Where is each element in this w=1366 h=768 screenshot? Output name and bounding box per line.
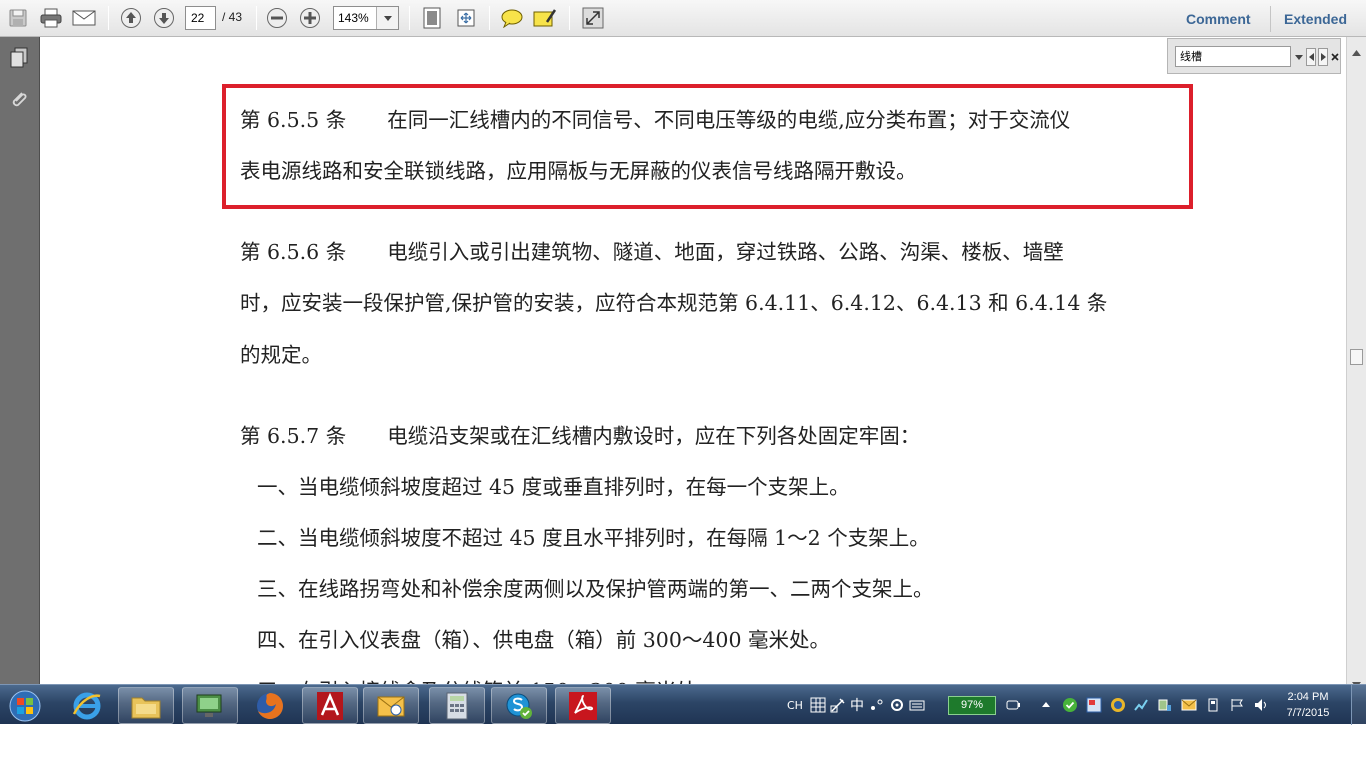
main-toolbar: 22 / 43 143% Comment Extended xyxy=(0,0,1366,37)
find-options-chevron-icon[interactable] xyxy=(1294,48,1304,66)
scroll-up-icon[interactable] xyxy=(1352,41,1361,60)
zoom-in-icon[interactable] xyxy=(297,5,323,31)
doc-line: 第 6.5.5 条 在同一汇线槽内的不同信号、不同电压等级的电缆,应分类布置；对… xyxy=(240,108,1071,132)
doc-line: 一、当电缆倾斜坡度超过 45 度或垂直排列时，在每一个支架上。 xyxy=(257,475,850,499)
next-page-icon[interactable] xyxy=(151,5,177,31)
language-indicator[interactable]: CH xyxy=(787,685,803,725)
save-icon[interactable] xyxy=(5,5,31,31)
find-previous-icon[interactable] xyxy=(1306,48,1316,66)
find-next-icon[interactable] xyxy=(1318,48,1328,66)
vertical-scrollbar[interactable] xyxy=(1346,37,1366,688)
autocad-icon[interactable] xyxy=(302,687,358,724)
pages-icon[interactable] xyxy=(7,45,31,71)
volume-icon[interactable] xyxy=(1253,697,1269,713)
email-icon[interactable] xyxy=(71,5,97,31)
firefox-icon[interactable] xyxy=(242,687,298,724)
doc-line: 三、在线路拐弯处和补偿余度两侧以及保护管两端的第一、二两个支架上。 xyxy=(257,577,934,601)
adobe-reader-icon[interactable] xyxy=(555,687,611,724)
outlook-icon[interactable] xyxy=(363,687,419,724)
clock-time: 2:04 PM xyxy=(1287,691,1329,703)
doc-line: 的规定。 xyxy=(240,343,322,367)
system-clock[interactable]: 2:04 PM 7/7/2015 xyxy=(1283,689,1333,721)
fit-page-icon[interactable] xyxy=(419,5,445,31)
tray-info-icon[interactable] xyxy=(1110,697,1126,713)
ime-mode-label: 中 xyxy=(850,698,864,714)
scrollbar-thumb[interactable] xyxy=(1350,349,1363,365)
doc-line: 表电源线路和安全联锁线路，应用隔板与无屏蔽的仪表信号线路隔开敷设。 xyxy=(240,159,917,183)
page-total-label: / 43 xyxy=(222,10,243,24)
remote-desktop-icon[interactable] xyxy=(182,687,238,724)
doc-line: 时，应安装一段保护管,保护管的安装，应符合本规范第 6.4.11、6.4.12、… xyxy=(240,291,1108,315)
fit-width-icon[interactable] xyxy=(453,5,479,31)
battery-meter[interactable]: 97% xyxy=(948,696,996,715)
network-icon[interactable] xyxy=(1133,697,1149,713)
attachments-icon[interactable] xyxy=(7,87,31,113)
safely-remove-icon[interactable] xyxy=(1205,697,1221,713)
zoom-value: 143% xyxy=(338,11,369,25)
find-toolbar: 线槽 xyxy=(1167,38,1341,74)
ime-grid-icon[interactable] xyxy=(810,697,826,713)
chevron-down-icon[interactable] xyxy=(376,7,398,29)
show-desktop-button[interactable] xyxy=(1351,685,1366,725)
ime-settings-icon[interactable] xyxy=(889,697,905,713)
outlook-tray-icon[interactable] xyxy=(1181,697,1197,713)
start-button[interactable] xyxy=(0,687,50,724)
page-number-input[interactable]: 22 xyxy=(185,6,216,30)
ime-punctuation-icon[interactable] xyxy=(869,697,885,713)
navigation-panel xyxy=(0,37,40,684)
extended-tab[interactable]: Extended xyxy=(1284,11,1347,27)
skype-icon[interactable] xyxy=(491,687,547,724)
highlight-text-icon[interactable] xyxy=(532,5,558,31)
document-page: 第 6.5.5 条 在同一汇线槽内的不同信号、不同电压等级的电缆,应分类布置；对… xyxy=(41,37,1346,684)
clock-date: 7/7/2015 xyxy=(1286,707,1330,719)
calculator-icon[interactable] xyxy=(429,687,485,724)
previous-page-icon[interactable] xyxy=(118,5,144,31)
device-icon[interactable] xyxy=(1157,697,1173,713)
windows-taskbar: CH 中 97% 2:04 PM 7/7/2015 xyxy=(0,684,1366,725)
file-explorer-icon[interactable] xyxy=(118,687,174,724)
tray-app-icon[interactable] xyxy=(1086,697,1102,713)
zoom-select[interactable]: 143% xyxy=(333,6,399,30)
internet-explorer-icon[interactable] xyxy=(59,687,115,724)
sticky-note-icon[interactable] xyxy=(499,5,525,31)
ime-mode-indicator[interactable]: 中 xyxy=(850,685,864,725)
doc-line: 第 6.5.7 条 电缆沿支架或在汇线槽内敷设时，应在下列各处固定牢固： xyxy=(240,424,921,448)
comment-tab[interactable]: Comment xyxy=(1186,11,1251,27)
doc-line: 二、当电缆倾斜坡度不超过 45 度且水平排列时，在每隔 1～2 个支架上。 xyxy=(257,526,930,550)
power-plug-icon[interactable] xyxy=(1005,697,1021,713)
show-hidden-icons-icon[interactable] xyxy=(1038,697,1054,713)
security-check-icon[interactable] xyxy=(1062,697,1078,713)
close-icon[interactable] xyxy=(1330,48,1340,66)
find-input[interactable]: 线槽 xyxy=(1175,46,1291,67)
doc-line: 第 6.5.6 条 电缆引入或引出建筑物、隧道、地面，穿过铁路、公路、沟渠、楼板… xyxy=(240,240,1064,264)
doc-line: 五、在引入接线盒及分线箱前 150～300 毫米处。 xyxy=(257,674,717,684)
doc-line: 四、在引入仪表盘（箱）、供电盘（箱）前 300～400 毫米处。 xyxy=(257,628,831,652)
print-icon[interactable] xyxy=(38,5,64,31)
full-screen-icon[interactable] xyxy=(580,5,606,31)
action-center-icon[interactable] xyxy=(1229,697,1245,713)
language-label: CH xyxy=(787,698,803,712)
ime-softkeyboard-icon[interactable] xyxy=(909,697,925,713)
ime-handwriting-icon[interactable] xyxy=(830,697,846,713)
zoom-out-icon[interactable] xyxy=(264,5,290,31)
